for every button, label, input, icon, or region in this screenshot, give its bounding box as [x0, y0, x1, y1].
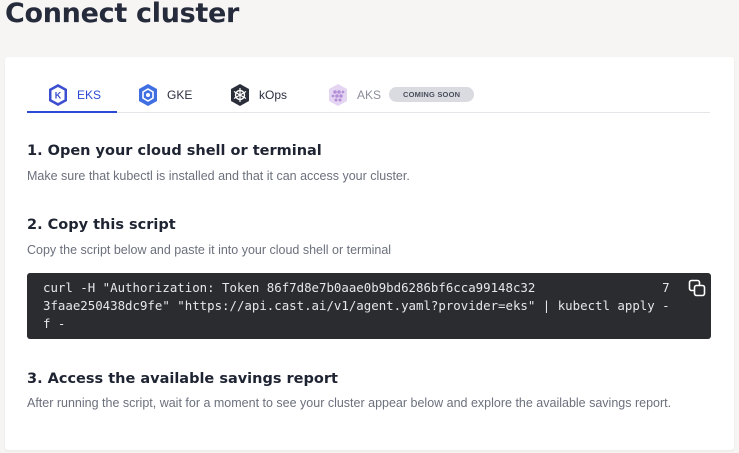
- tab-eks[interactable]: K EKS: [27, 77, 117, 113]
- step-2-description: Copy the script below and paste it into …: [27, 243, 392, 257]
- eks-icon: K: [47, 83, 69, 107]
- step-3-description: After running the script, wait for a mom…: [27, 396, 672, 410]
- copy-icon: [688, 279, 706, 297]
- copy-button[interactable]: [686, 277, 708, 299]
- script-code-block: curl -H "Authorization: Token 86f7d8e7b0…: [27, 273, 711, 339]
- step-2-title: 2. Copy this script: [27, 217, 176, 233]
- tab-kops[interactable]: kOps: [229, 77, 287, 112]
- page-title: Connect cluster: [5, 0, 240, 29]
- coming-soon-badge: COMING SOON: [389, 87, 475, 102]
- tab-eks-label: EKS: [77, 87, 102, 102]
- tab-gke[interactable]: GKE: [137, 77, 192, 112]
- svg-text:K: K: [55, 90, 62, 100]
- tab-aks: AKS COMING SOON: [327, 77, 475, 112]
- step-1-title: 1. Open your cloud shell or terminal: [27, 143, 322, 159]
- script-command[interactable]: curl -H "Authorization: Token 86f7d8e7b0…: [43, 279, 675, 333]
- aks-icon: [327, 83, 349, 107]
- tab-kops-label: kOps: [259, 87, 288, 102]
- tab-gke-label: GKE: [167, 87, 193, 102]
- gke-icon: [137, 83, 159, 107]
- provider-tabs: K EKS GKE kOps AKS COMING SOON: [27, 77, 710, 113]
- connect-cluster-card: K EKS GKE kOps AKS COMING SOON 1. Open y…: [5, 57, 734, 450]
- tab-aks-label: AKS: [357, 87, 382, 102]
- kops-icon: [229, 83, 251, 107]
- step-1-description: Make sure that kubectl is installed and …: [27, 169, 410, 183]
- step-3-title: 3. Access the available savings report: [27, 371, 338, 387]
